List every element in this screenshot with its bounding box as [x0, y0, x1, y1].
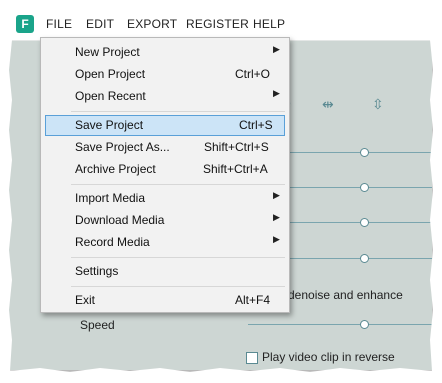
menu-item-label: Exit — [75, 293, 96, 307]
menu-separator — [71, 286, 285, 287]
menu-item-open-recent[interactable]: Open Recent ▶ — [45, 86, 285, 107]
menu-item-settings[interactable]: Settings — [45, 261, 285, 282]
reverse-label: Play video clip in reverse — [262, 350, 395, 364]
denoise-label: denoise and enhance — [288, 288, 403, 302]
menu-export[interactable]: EXPORT — [127, 17, 177, 31]
submenu-arrow-icon: ▶ — [273, 234, 280, 244]
menu-item-new-project[interactable]: New Project ▶ — [45, 42, 285, 63]
menu-separator — [71, 257, 285, 258]
menu-item-label: Save Project As... — [75, 140, 170, 154]
menu-item-label: New Project — [75, 45, 140, 59]
menu-separator — [71, 111, 285, 112]
speed-slider-handle[interactable] — [360, 320, 369, 329]
menu-item-shortcut: Alt+F4 — [235, 293, 271, 307]
speed-slider-track[interactable] — [248, 324, 432, 325]
menu-item-label: Settings — [75, 264, 119, 278]
submenu-arrow-icon: ▶ — [273, 44, 280, 54]
slider-handle[interactable] — [360, 183, 369, 192]
menu-register[interactable]: REGISTER — [186, 17, 249, 31]
slider-handle[interactable] — [360, 148, 369, 157]
menu-help[interactable]: HELP — [253, 17, 285, 31]
menu-item-shortcut: Ctrl+O — [235, 67, 271, 81]
menu-edit[interactable]: EDIT — [86, 17, 114, 31]
menu-separator — [71, 184, 285, 185]
menu-item-shortcut: Shift+Ctrl+S — [204, 140, 269, 154]
slider-handle[interactable] — [360, 254, 369, 263]
slider-handle[interactable] — [360, 218, 369, 227]
menu-item-label: Archive Project — [75, 162, 156, 176]
menu-file[interactable]: FILE — [46, 17, 72, 31]
menu-item-shortcut: Ctrl+S — [239, 118, 273, 132]
submenu-arrow-icon: ▶ — [273, 190, 280, 200]
menu-item-label: Download Media — [75, 213, 165, 227]
menu-item-record-media[interactable]: Record Media ▶ — [45, 232, 285, 253]
menu-item-save-project[interactable]: Save Project Ctrl+S — [45, 115, 285, 136]
reverse-checkbox[interactable] — [246, 352, 258, 364]
submenu-arrow-icon: ▶ — [273, 88, 280, 98]
menu-item-shortcut: Shift+Ctrl+A — [203, 162, 268, 176]
menu-item-save-project-as[interactable]: Save Project As... Shift+Ctrl+S — [45, 137, 285, 158]
flip-vertical-icon[interactable]: ⇳ — [372, 96, 384, 113]
file-menu: New Project ▶ Open Project Ctrl+O Open R… — [40, 37, 290, 313]
menu-item-archive-project[interactable]: Archive Project Shift+Ctrl+A — [45, 159, 285, 180]
menu-item-label: Save Project — [75, 118, 144, 132]
app-window: F FILE EDIT EXPORT REGISTER HELP ◐ ⇹ ⇳ d… — [8, 8, 432, 370]
menu-item-label: Record Media — [75, 235, 150, 249]
menu-item-exit[interactable]: Exit Alt+F4 — [45, 290, 285, 311]
menu-item-import-media[interactable]: Import Media ▶ — [45, 188, 285, 209]
flip-horizontal-icon[interactable]: ⇹ — [322, 96, 334, 113]
speed-label: Speed — [80, 318, 115, 332]
menu-item-label: Open Recent — [75, 89, 146, 103]
menu-item-label: Open Project — [75, 67, 146, 81]
submenu-arrow-icon: ▶ — [273, 212, 280, 222]
app-logo-icon: F — [16, 15, 34, 33]
menu-item-open-project[interactable]: Open Project Ctrl+O — [45, 64, 285, 85]
menu-item-download-media[interactable]: Download Media ▶ — [45, 210, 285, 231]
menu-item-label: Import Media — [75, 191, 146, 205]
